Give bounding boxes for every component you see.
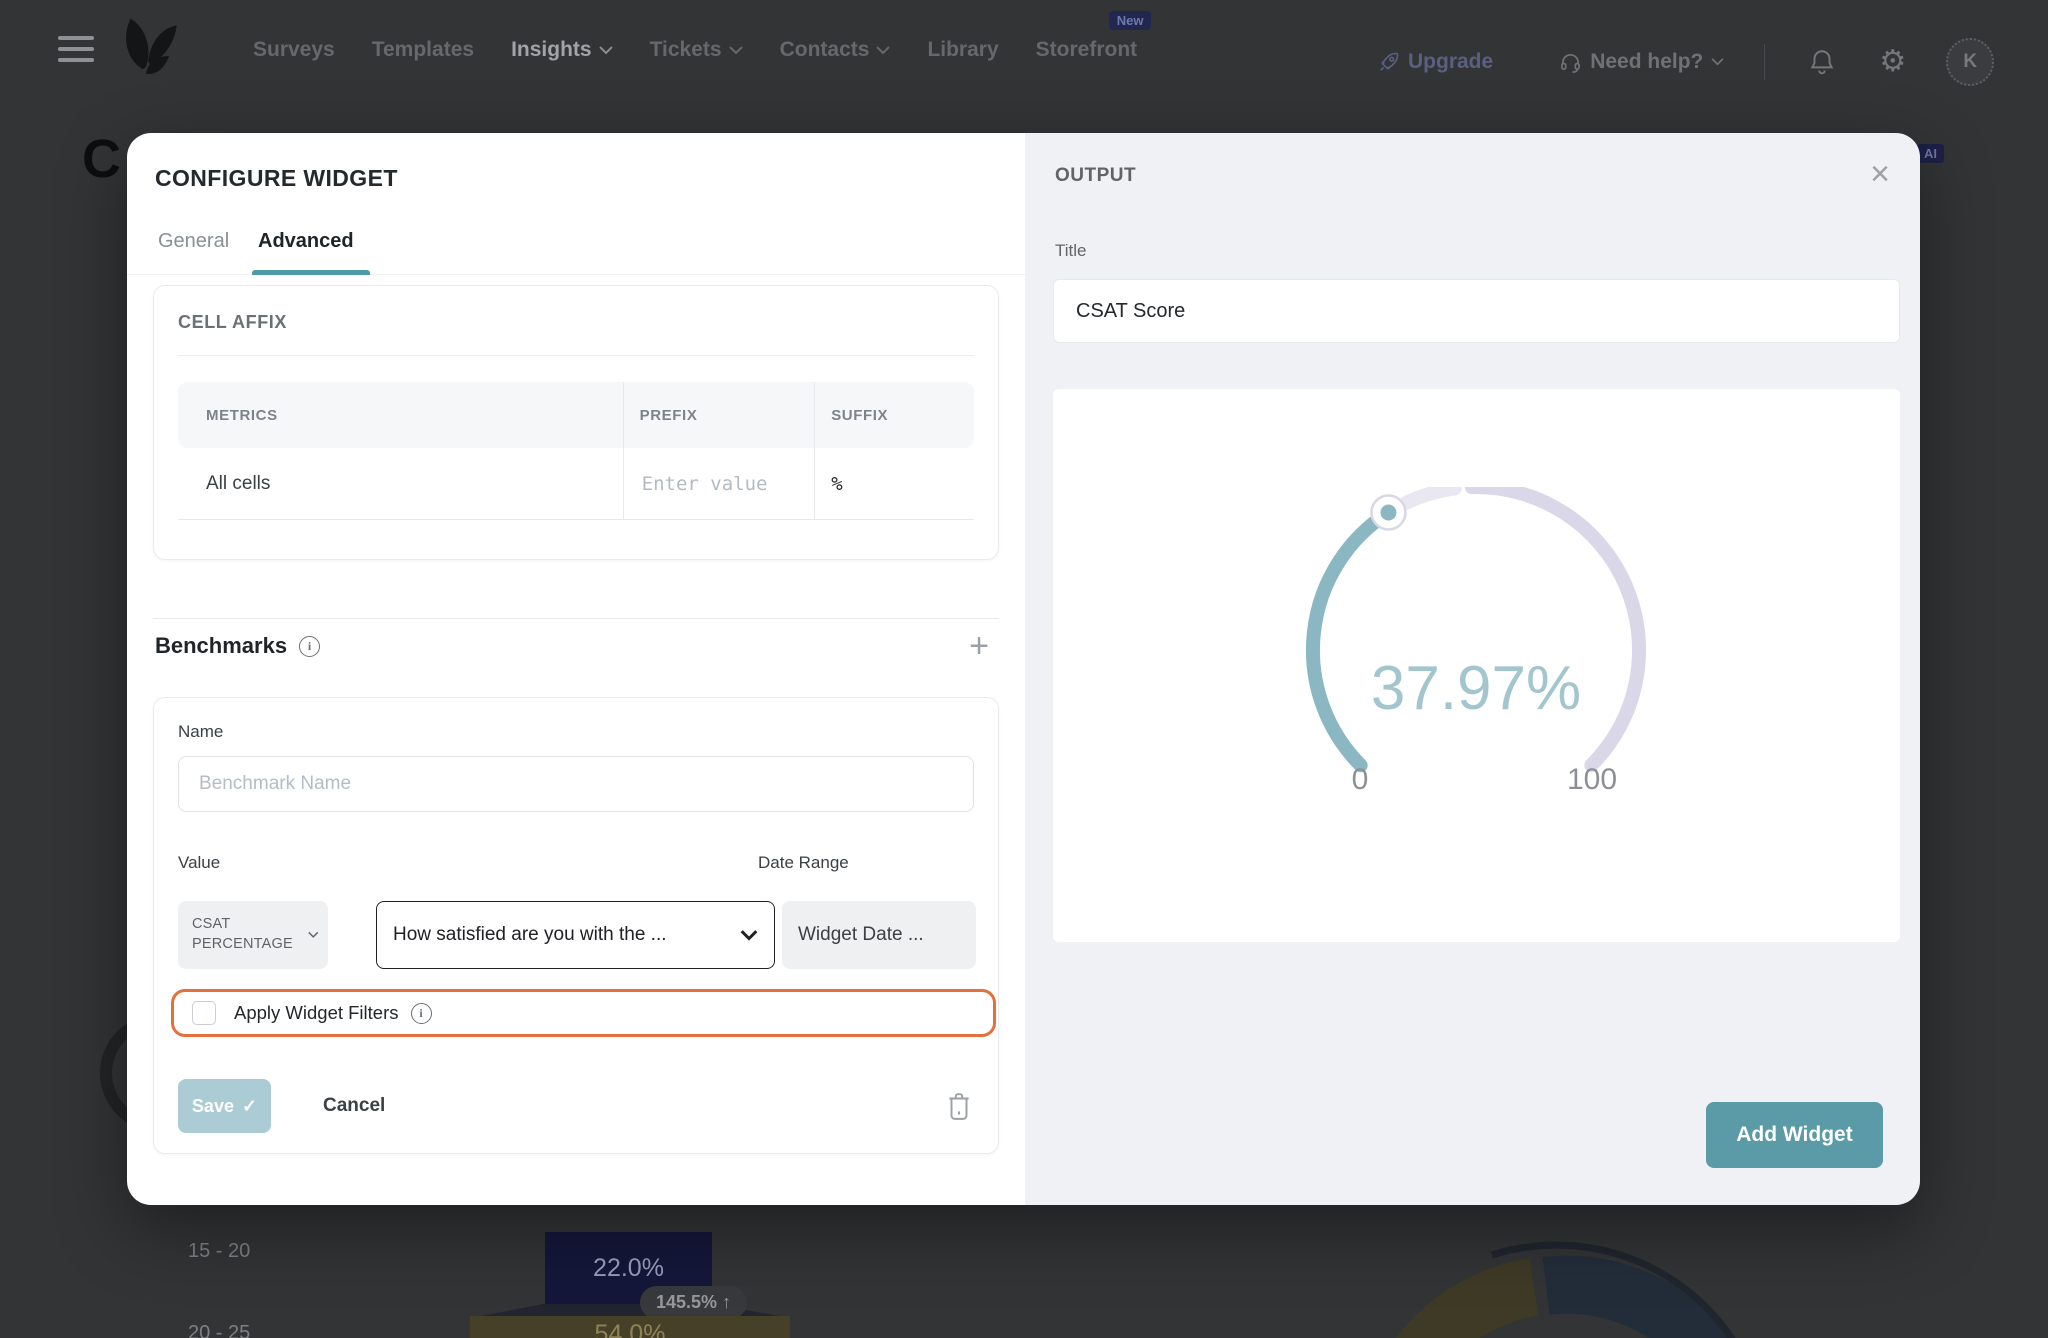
gauge-min-label: 0	[1352, 763, 1369, 796]
benchmark-card: Name Value Date Range CSAT PERCENTAGE Ho…	[153, 697, 999, 1154]
funnel-bar-2: 54.0%	[470, 1316, 790, 1338]
widget-title-input[interactable]	[1053, 279, 1900, 343]
add-widget-button[interactable]: Add Widget	[1706, 1102, 1883, 1168]
nav-divider	[1764, 44, 1765, 80]
nav-item-storefront[interactable]: New Storefront	[1036, 38, 1138, 62]
cancel-button[interactable]: Cancel	[323, 1095, 385, 1117]
prefix-input[interactable]	[640, 472, 797, 496]
apply-widget-filters-row[interactable]: Apply Widget Filters i	[171, 989, 996, 1037]
upgrade-button[interactable]: Upgrade	[1378, 50, 1493, 74]
nav-items: Surveys Templates Insights Tickets Conta…	[253, 38, 1137, 62]
metric-dropdown[interactable]: CSAT PERCENTAGE	[178, 901, 328, 969]
gauge-buffer-arc	[1406, 488, 1455, 503]
gauge-progress-arc	[1313, 513, 1389, 766]
background-heading-fragment: C	[82, 128, 121, 190]
chevron-down-icon	[599, 46, 613, 55]
new-badge: New	[1109, 11, 1152, 30]
funnel-delta-badge: 145.5% ↑	[640, 1286, 747, 1319]
configure-pane: CONFIGURE WIDGET General Advanced CELL A…	[127, 133, 1025, 1205]
nav-item-contacts[interactable]: Contacts	[780, 38, 891, 62]
chevron-down-icon	[1711, 58, 1724, 66]
table-header-row: METRICS PREFIX SUFFIX	[178, 382, 974, 448]
chevron-down-icon	[740, 930, 758, 941]
chevron-down-icon	[729, 46, 743, 55]
divider	[153, 618, 999, 619]
metrics-cell: All cells	[178, 473, 623, 495]
gauge-max-label: 100	[1567, 763, 1617, 796]
info-icon[interactable]: i	[411, 1003, 432, 1024]
background-donut-chart	[1330, 1236, 1800, 1338]
cell-affix-card: CELL AFFIX METRICS PREFIX SUFFIX All cel…	[153, 285, 999, 560]
name-label: Name	[178, 722, 974, 742]
avatar[interactable]: K	[1946, 38, 1994, 86]
funnel-row1-label: 15 - 20	[188, 1240, 250, 1263]
add-benchmark-button[interactable]: +	[969, 629, 989, 663]
column-header-suffix: SUFFIX	[815, 407, 974, 424]
notifications-bell-icon[interactable]	[1809, 48, 1835, 76]
benchmark-actions: Save ✓ Cancel	[178, 1079, 976, 1133]
delete-benchmark-trash-icon[interactable]	[946, 1091, 972, 1121]
cell-affix-title: CELL AFFIX	[178, 312, 974, 333]
benchmark-name-input[interactable]	[178, 756, 974, 812]
info-icon[interactable]: i	[299, 636, 320, 657]
date-range-label: Date Range	[758, 853, 849, 873]
chevron-down-icon	[876, 46, 890, 55]
tab-advanced[interactable]: Advanced	[258, 230, 354, 253]
nav-item-templates[interactable]: Templates	[372, 38, 474, 62]
output-heading: OUTPUT	[1055, 165, 1136, 187]
nav-right-cluster: Upgrade Need help? ⚙ K	[1378, 38, 1994, 86]
gauge-handle-dot	[1380, 504, 1396, 520]
funnel-row2-label: 20 - 25	[188, 1322, 250, 1338]
need-help-button[interactable]: Need help?	[1559, 50, 1724, 74]
suffix-value[interactable]: %	[815, 473, 974, 495]
ai-badge: AI	[1917, 144, 1944, 163]
modal-title: CONFIGURE WIDGET	[155, 165, 398, 192]
column-header-metrics: METRICS	[178, 407, 623, 424]
nav-item-tickets[interactable]: Tickets	[650, 38, 743, 62]
close-icon[interactable]: ×	[1870, 155, 1890, 194]
brand-logo-leaf-icon[interactable]	[114, 12, 180, 83]
table-row: All cells %	[178, 448, 974, 520]
nav-item-surveys[interactable]: Surveys	[253, 38, 335, 62]
gauge-track-arc	[1472, 487, 1639, 765]
gauge-chart: 37.97% 0 100	[1256, 487, 1696, 822]
gauge-value: 37.97%	[1371, 654, 1581, 723]
cell-affix-table: METRICS PREFIX SUFFIX All cells %	[178, 382, 974, 520]
question-dropdown[interactable]: How satisfied are you with the ...	[376, 901, 775, 969]
top-navigation: Surveys Templates Insights Tickets Conta…	[0, 0, 2048, 92]
settings-gear-icon[interactable]: ⚙	[1879, 47, 1906, 77]
screen: Surveys Templates Insights Tickets Conta…	[0, 0, 2048, 1338]
benchmark-value-row: CSAT PERCENTAGE How satisfied are you wi…	[178, 901, 976, 969]
tab-general[interactable]: General	[158, 230, 229, 253]
chevron-down-icon	[308, 931, 318, 939]
check-icon: ✓	[242, 1096, 257, 1117]
benchmarks-title: Benchmarks	[155, 633, 287, 659]
gauge-svg: 37.97% 0 100	[1256, 487, 1696, 817]
value-label: Value	[178, 853, 758, 873]
headset-icon	[1559, 51, 1582, 74]
save-button[interactable]: Save ✓	[178, 1079, 271, 1133]
output-pane: OUTPUT × Title 37.97% 0 100	[1025, 133, 1920, 1205]
apply-widget-filters-label: Apply Widget Filters	[234, 1002, 399, 1024]
value-daterange-labels: Value Date Range	[178, 853, 976, 873]
date-range-dropdown[interactable]: Widget Date ...	[782, 901, 976, 969]
gauge-chart-card: 37.97% 0 100	[1053, 389, 1900, 942]
title-label: Title	[1055, 241, 1087, 261]
rocket-icon	[1378, 51, 1400, 73]
nav-item-library[interactable]: Library	[927, 38, 998, 62]
configure-widget-modal: CONFIGURE WIDGET General Advanced CELL A…	[127, 133, 1920, 1205]
hamburger-menu-icon[interactable]	[58, 36, 94, 62]
column-header-prefix: PREFIX	[624, 407, 815, 424]
divider	[178, 355, 974, 356]
active-tab-underline	[252, 270, 370, 275]
benchmarks-header: Benchmarks i	[155, 633, 320, 659]
tab-bar: General Advanced	[127, 228, 1025, 275]
apply-widget-filters-checkbox[interactable]	[192, 1001, 216, 1025]
nav-item-insights[interactable]: Insights	[511, 38, 613, 62]
